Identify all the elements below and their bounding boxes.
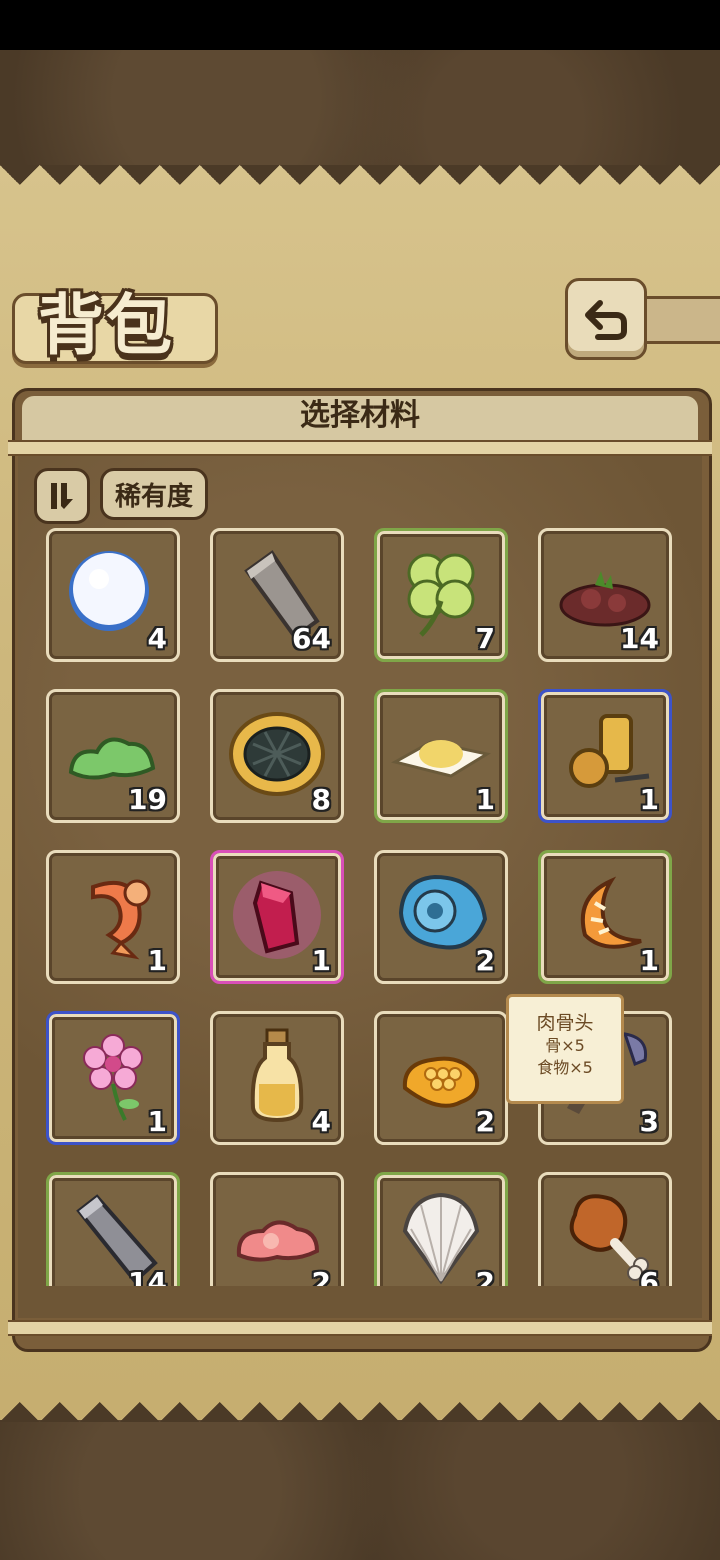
item-count: 1 xyxy=(311,944,331,977)
back-control xyxy=(565,278,720,360)
item-slot-drumstick[interactable]: 6 xyxy=(538,1172,672,1286)
frame-rule-bottom xyxy=(8,1320,712,1336)
item-slot-snowball[interactable]: 4 xyxy=(46,528,180,662)
item-count: 2 xyxy=(475,1105,495,1138)
panel-title: 选择材料 xyxy=(300,398,420,433)
item-count: 14 xyxy=(128,1266,167,1286)
item-slot-moss[interactable]: 19 xyxy=(46,689,180,823)
item-slot-honeycomb[interactable]: 2 xyxy=(374,1011,508,1145)
item-slot-stone-slab[interactable]: 64 xyxy=(210,528,344,662)
item-slot-scallop[interactable]: 2 xyxy=(374,1172,508,1286)
item-count: 8 xyxy=(311,783,331,816)
item-count: 1 xyxy=(475,783,495,816)
item-count: 7 xyxy=(475,622,495,655)
item-slot-clover[interactable]: 7 xyxy=(374,528,508,662)
item-slot-iron-bar[interactable]: 14 xyxy=(46,1172,180,1286)
item-count: 2 xyxy=(475,1266,495,1286)
item-tooltip: 肉骨头 骨×5 食物×5 xyxy=(506,994,624,1104)
frame-rule-top xyxy=(8,440,712,456)
item-count: 19 xyxy=(128,783,167,816)
item-count: 1 xyxy=(639,783,659,816)
return-icon xyxy=(585,300,627,340)
item-count: 2 xyxy=(311,1266,331,1286)
item-count: 1 xyxy=(639,944,659,977)
item-count: 2 xyxy=(475,944,495,977)
item-grid[interactable]: 4 64 7 14 19 8 1 1 1 1 2 1 1 4 2 3 14 2 … xyxy=(40,524,680,1286)
item-count: 14 xyxy=(620,622,659,655)
item-slot-flower[interactable]: 1 xyxy=(46,1011,180,1145)
item-count: 3 xyxy=(639,1105,659,1138)
item-slot-dirt[interactable]: 14 xyxy=(538,528,672,662)
item-count: 1 xyxy=(147,944,167,977)
item-slot-ammonite[interactable]: 2 xyxy=(374,850,508,984)
sort-order-button[interactable] xyxy=(34,468,90,524)
item-slot-salt[interactable]: 1 xyxy=(374,689,508,823)
item-count: 64 xyxy=(292,622,331,655)
item-slot-treasure[interactable]: 1 xyxy=(538,689,672,823)
page-title: 背包 xyxy=(38,286,174,364)
item-slot-oil[interactable]: 4 xyxy=(210,1011,344,1145)
torn-edge-bottom xyxy=(0,1382,720,1422)
status-bar xyxy=(0,0,720,50)
item-slot-seaweed-cracker[interactable]: 8 xyxy=(210,689,344,823)
map-background-bottom xyxy=(0,1420,720,1560)
torn-edge-top xyxy=(0,165,720,205)
tooltip-line-2: 食物×5 xyxy=(537,1058,593,1077)
item-count: 1 xyxy=(147,1105,167,1138)
item-count: 6 xyxy=(639,1266,659,1286)
tooltip-item-name: 肉骨头 xyxy=(536,1012,594,1034)
map-background-top xyxy=(0,50,720,170)
rarity-sort-button[interactable]: 稀有度 xyxy=(100,468,208,520)
item-slot-raw-meat[interactable]: 2 xyxy=(210,1172,344,1286)
tooltip-line-1: 骨×5 xyxy=(545,1036,585,1055)
item-slot-ruby[interactable]: 1 xyxy=(210,850,344,984)
item-slot-shrimp-meat[interactable]: 1 xyxy=(538,850,672,984)
sort-icon xyxy=(51,483,73,509)
item-slot-shrimp[interactable]: 1 xyxy=(46,850,180,984)
item-count: 4 xyxy=(147,622,167,655)
item-count: 4 xyxy=(311,1105,331,1138)
back-button[interactable] xyxy=(565,278,647,360)
